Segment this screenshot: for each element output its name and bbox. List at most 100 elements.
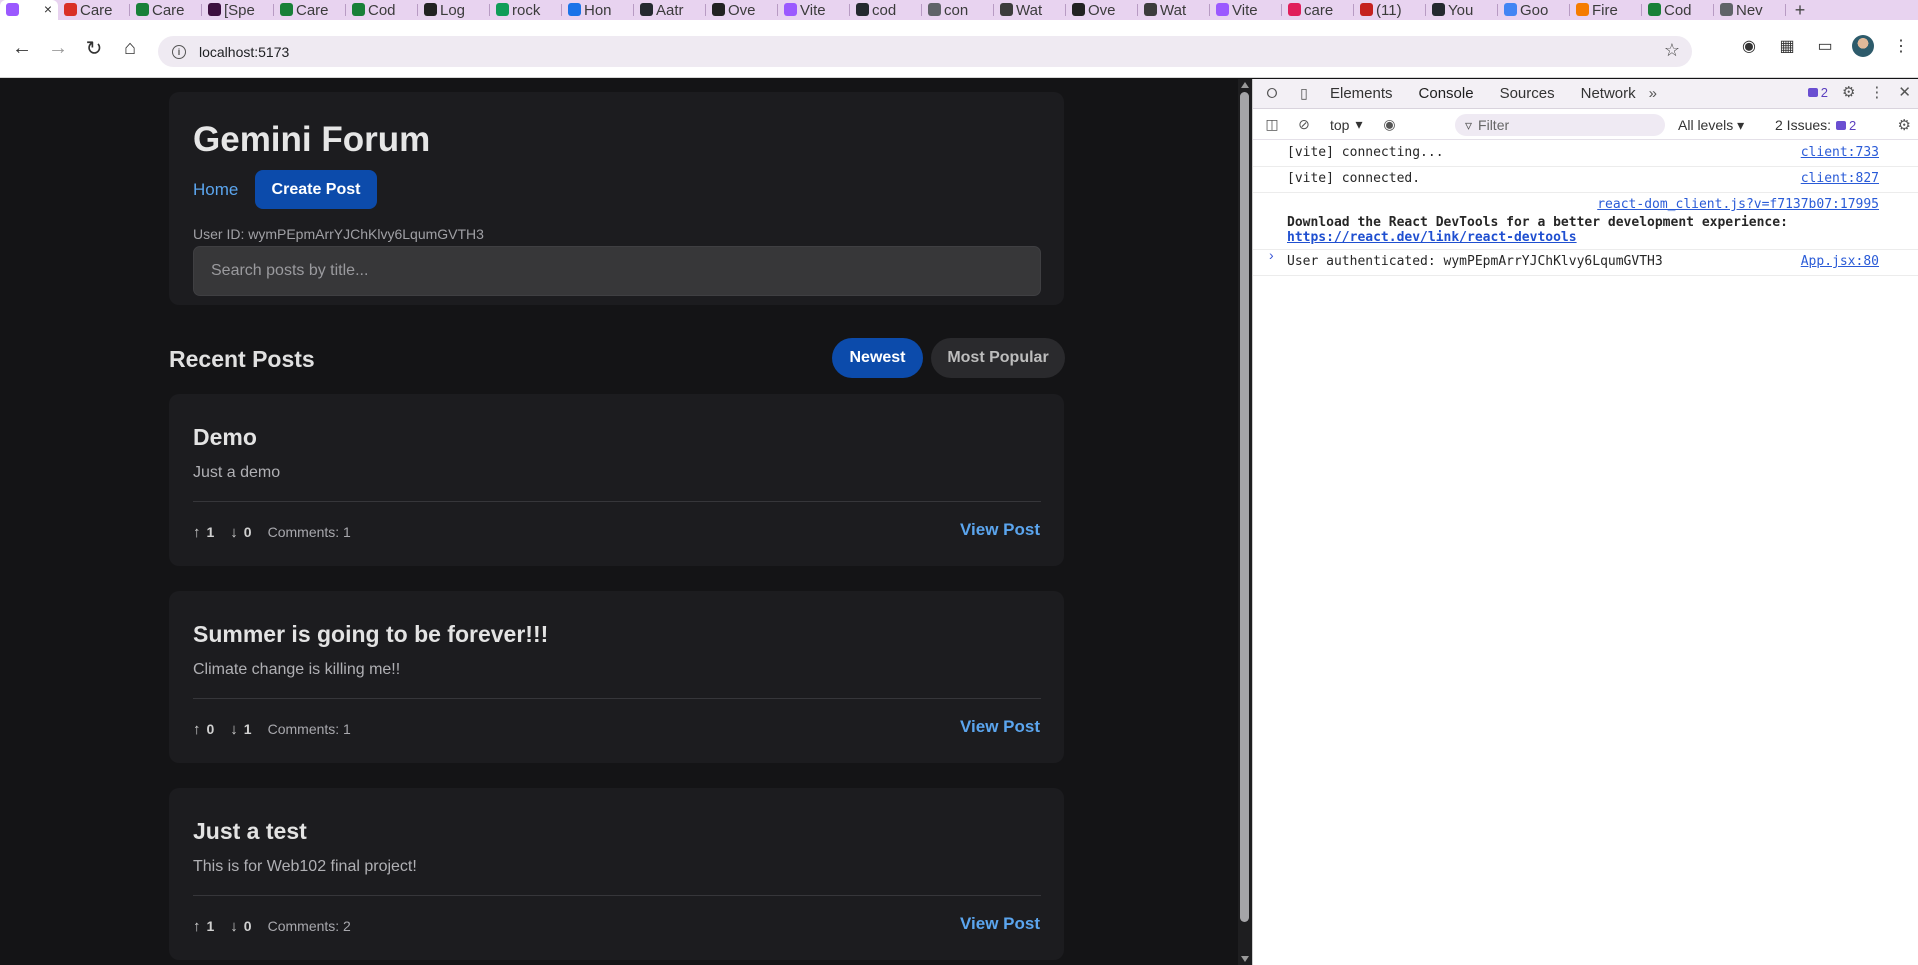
view-post-link[interactable]: View Post [960,717,1040,737]
c-icon [424,3,437,16]
browser-tab[interactable]: Vite [778,0,850,20]
c-icon [712,3,725,16]
post-title[interactable]: Summer is going to be forever!!! [193,621,548,648]
tab-label: (11) [1376,1,1402,19]
source-link[interactable]: react-dom_client.js?v=f7137b07:17995 [1597,197,1879,212]
tab-console[interactable]: Console [1406,79,1487,109]
extension-icon[interactable]: ◉ [1738,35,1760,57]
tab-elements[interactable]: Elements [1317,79,1406,109]
log-levels-select[interactable]: All levels ▾ [1678,117,1744,134]
tab-label: Wat [1016,1,1043,19]
settings-gear-icon[interactable]: ⚙ [1842,83,1855,101]
post-title[interactable]: Just a test [193,818,307,845]
tab-sources[interactable]: Sources [1487,79,1568,109]
filter-input[interactable]: ▿ Filter [1455,114,1665,136]
post-body: Just a demo [193,464,281,481]
browser-tab[interactable]: Wat [994,0,1066,20]
close-tab-icon[interactable]: × [44,1,52,17]
messages-badge[interactable]: 2 [1807,85,1828,100]
close-devtools-icon[interactable]: ✕ [1898,83,1911,101]
source-link[interactable]: App.jsx:80 [1801,254,1879,269]
upvote-button[interactable]: ↑ 0 [193,721,214,738]
browser-tab[interactable]: Log [418,0,490,20]
browser-tab[interactable]: con [922,0,994,20]
browser-tab[interactable]: Ove [1066,0,1138,20]
upvote-button[interactable]: ↑ 1 [193,918,214,935]
console-prompt-icon[interactable]: › [1269,247,1274,263]
clear-console-icon[interactable]: ⊘ [1291,112,1317,138]
back-icon[interactable]: ← [8,35,36,63]
home-icon[interactable]: ⌂ [116,35,144,63]
puzzle-icon[interactable]: ▦ [1776,35,1798,57]
device-toolbar-icon[interactable]: ▯ [1291,81,1317,107]
sidebar-toggle-icon[interactable]: ◫ [1259,112,1285,138]
scroll-up-icon[interactable] [1241,82,1249,88]
upvote-button[interactable]: ↑ 1 [193,524,214,541]
browser-tab[interactable]: (11) [1354,0,1426,20]
browser-tab[interactable]: Care [274,0,346,20]
nav-home-link[interactable]: Home [193,180,238,200]
browser-tab[interactable]: Hon [562,0,634,20]
context-select[interactable]: top ▾ [1330,116,1363,133]
divider [193,698,1041,699]
sort-newest-button[interactable]: Newest [832,338,923,378]
browser-tab[interactable]: Nev [1714,0,1786,20]
console-message: User authenticated: wymPEpmArrYJChKlvy6L… [1253,250,1918,276]
url-text[interactable]: localhost:5173 [199,44,289,60]
scroll-down-icon[interactable] [1241,956,1249,962]
browser-tab[interactable]: Wat [1138,0,1210,20]
browser-tab[interactable]: care [1282,0,1354,20]
browser-tab[interactable]: Care [130,0,202,20]
live-expression-eye-icon[interactable]: ◉ [1377,112,1403,138]
browser-tab[interactable]: Aatr [634,0,706,20]
menu-kebab-icon[interactable]: ⋮ [1890,35,1912,57]
page-scrollbar[interactable] [1238,79,1252,965]
forward-icon[interactable]: → [44,35,72,63]
browser-tab[interactable]: Fire [1570,0,1642,20]
site-info-icon[interactable]: i [172,44,186,59]
post-title[interactable]: Demo [193,424,257,451]
browser-tab[interactable]: Vite [1210,0,1282,20]
issues-button[interactable]: 2 Issues: 2 [1775,117,1856,133]
browser-tab[interactable]: [Spe [202,0,274,20]
downvote-button[interactable]: ↓ 0 [230,918,251,935]
scroll-thumb[interactable] [1240,92,1249,922]
source-link[interactable]: client:827 [1801,171,1879,186]
browser-tab[interactable]: cod [850,0,922,20]
sort-popular-button[interactable]: Most Popular [931,338,1065,378]
create-post-button[interactable]: Create Post [255,170,377,209]
browser-tab[interactable]: Cod [346,0,418,20]
more-tabs-icon[interactable]: » [1649,85,1657,102]
tab-network[interactable]: Network [1568,79,1649,109]
source-link[interactable]: client:733 [1801,145,1879,160]
downvote-button[interactable]: ↓ 0 [230,524,251,541]
site-title: Gemini Forum [193,120,431,159]
cast-icon[interactable]: ▭ [1814,35,1836,57]
view-post-link[interactable]: View Post [960,520,1040,540]
more-options-icon[interactable]: ⋮ [1869,83,1884,101]
search-input[interactable]: Search posts by title... [193,246,1041,296]
browser-tab[interactable]: Care [58,0,130,20]
new-tab-icon[interactable]: + [1786,0,1814,20]
bookmark-star-icon[interactable]: ☆ [1664,40,1680,61]
inspect-element-icon[interactable]: ⭘ [1259,81,1285,107]
browser-tab[interactable]: You [1426,0,1498,20]
chart-icon [496,3,509,16]
address-bar[interactable]: i localhost:5173 ☆ [158,36,1692,67]
downvote-button[interactable]: ↓ 1 [230,721,251,738]
browser-tab[interactable]: Goo [1498,0,1570,20]
browser-tab[interactable]: Cod [1642,0,1714,20]
sheets-icon [280,3,293,16]
reload-icon[interactable]: ↻ [80,35,108,63]
browser-tab[interactable]: × [0,0,58,20]
browser-tab[interactable]: rock [490,0,562,20]
browser-tab[interactable]: Ove [706,0,778,20]
profile-avatar[interactable] [1852,35,1874,57]
tab-label: care [1304,1,1334,19]
vite-icon [6,3,19,16]
section-title: Recent Posts [169,346,315,372]
react-devtools-link[interactable]: https://react.dev/link/react-devtools [1287,230,1879,245]
console-settings-gear-icon[interactable]: ⚙ [1898,116,1911,134]
sheets-icon [1648,3,1661,16]
view-post-link[interactable]: View Post [960,914,1040,934]
